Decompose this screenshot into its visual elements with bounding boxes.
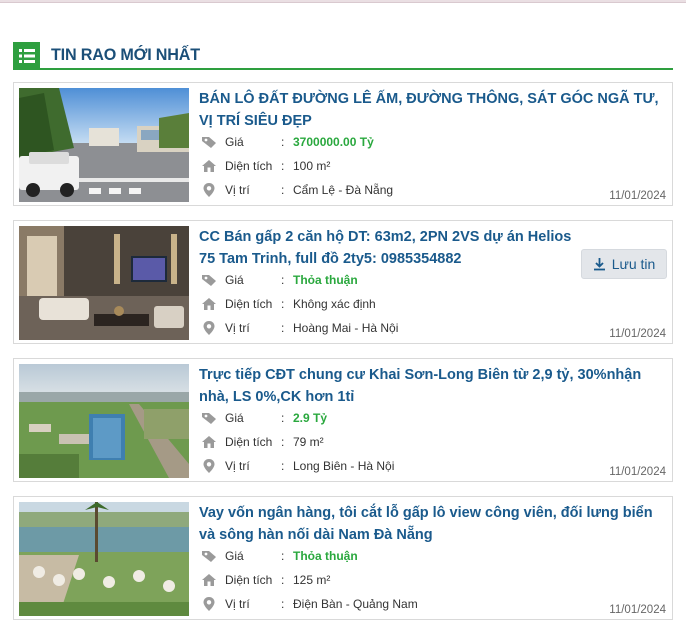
- price-label: Giá: [225, 273, 244, 287]
- listing-card[interactable]: Vay vốn ngân hàng, tôi cắt lỗ gấp lô vie…: [13, 496, 673, 620]
- listing-thumbnail[interactable]: [19, 364, 189, 478]
- price-label: Giá: [225, 411, 244, 425]
- listing-card[interactable]: BÁN LÔ ĐẤT ĐƯỜNG LÊ ẤM, ĐƯỜNG THÔNG, SÁT…: [13, 82, 673, 206]
- area-value: 125 m²: [293, 573, 331, 587]
- area-value: 79 m²: [293, 435, 324, 449]
- section-title: TIN RAO MỚI NHẤT: [51, 45, 200, 64]
- listing-date: 11/01/2024: [609, 466, 666, 478]
- location-label: Vị trí: [225, 597, 250, 611]
- price-value: 2.9 Tỷ: [293, 411, 328, 425]
- listing-thumbnail[interactable]: [19, 502, 189, 616]
- list-icon: [13, 42, 40, 69]
- listing-date: 11/01/2024: [609, 328, 666, 340]
- price-value: Thỏa thuận: [293, 549, 358, 563]
- price-row: Giá : 3700000.00 Tỷ: [200, 132, 374, 152]
- top-border: [0, 0, 686, 3]
- listing-title[interactable]: Vay vốn ngân hàng, tôi cắt lỗ gấp lô vie…: [199, 502, 667, 546]
- price-label: Giá: [225, 549, 244, 563]
- location-row: Vị trí : Cẩm Lệ - Đà Nẵng: [200, 180, 393, 200]
- area-row: Diện tích : Không xác định: [200, 294, 376, 314]
- price-value: 3700000.00 Tỷ: [293, 135, 374, 149]
- save-listing-button[interactable]: Lưu tin: [581, 249, 667, 279]
- tag-icon: [200, 410, 218, 426]
- price-label: Giá: [225, 135, 244, 149]
- section-header: TIN RAO MỚI NHẤT: [13, 42, 673, 70]
- area-row: Diện tích : 125 m²: [200, 570, 330, 590]
- listing-title[interactable]: CC Bán gấp 2 căn hộ DT: 63m2, 2PN 2VS dự…: [199, 226, 579, 270]
- map-pin-icon: [200, 182, 218, 198]
- area-row: Diện tích : 100 m²: [200, 156, 330, 176]
- tag-icon: [200, 548, 218, 564]
- listing-card[interactable]: CC Bán gấp 2 căn hộ DT: 63m2, 2PN 2VS dự…: [13, 220, 673, 344]
- tag-icon: [200, 134, 218, 150]
- area-value: Không xác định: [293, 297, 376, 311]
- separator: :: [281, 597, 285, 611]
- house-icon: [200, 434, 218, 450]
- price-row: Giá : Thỏa thuận: [200, 270, 358, 290]
- location-row: Vị trí : Điện Bàn - Quảng Nam: [200, 594, 418, 614]
- listing-thumbnail[interactable]: [19, 226, 189, 340]
- separator: :: [281, 435, 285, 449]
- separator: :: [281, 273, 285, 287]
- separator: :: [281, 459, 285, 473]
- map-pin-icon: [200, 458, 218, 474]
- separator: :: [281, 549, 285, 563]
- listing-date: 11/01/2024: [609, 604, 666, 616]
- price-row: Giá : 2.9 Tỷ: [200, 408, 327, 428]
- house-icon: [200, 296, 218, 312]
- location-value: Điện Bàn - Quảng Nam: [293, 597, 418, 611]
- separator: :: [281, 159, 285, 173]
- area-value: 100 m²: [293, 159, 331, 173]
- area-label: Diện tích: [225, 573, 273, 587]
- location-label: Vị trí: [225, 321, 250, 335]
- separator: :: [281, 135, 285, 149]
- location-row: Vị trí : Long Biên - Hà Nội: [200, 456, 394, 476]
- location-value: Long Biên - Hà Nội: [293, 459, 395, 473]
- tag-icon: [200, 272, 218, 288]
- price-value: Thỏa thuận: [293, 273, 358, 287]
- save-button-label: Lưu tin: [611, 256, 656, 272]
- listing-date: 11/01/2024: [609, 190, 666, 202]
- price-row: Giá : Thỏa thuận: [200, 546, 358, 566]
- house-icon: [200, 572, 218, 588]
- download-icon: [593, 258, 605, 271]
- separator: :: [281, 183, 285, 197]
- location-row: Vị trí : Hoàng Mai - Hà Nội: [200, 318, 398, 338]
- listing-card[interactable]: Trực tiếp CĐT chung cư Khai Sơn-Long Biê…: [13, 358, 673, 482]
- map-pin-icon: [200, 320, 218, 336]
- listing-title[interactable]: Trực tiếp CĐT chung cư Khai Sơn-Long Biê…: [199, 364, 667, 408]
- separator: :: [281, 411, 285, 425]
- location-value: Cẩm Lệ - Đà Nẵng: [293, 183, 394, 197]
- separator: :: [281, 321, 285, 335]
- area-row: Diện tích : 79 m²: [200, 432, 324, 452]
- location-value: Hoàng Mai - Hà Nội: [293, 321, 399, 335]
- area-label: Diện tích: [225, 435, 273, 449]
- house-icon: [200, 158, 218, 174]
- location-label: Vị trí: [225, 183, 250, 197]
- area-label: Diện tích: [225, 159, 273, 173]
- map-pin-icon: [200, 596, 218, 612]
- listing-title[interactable]: BÁN LÔ ĐẤT ĐƯỜNG LÊ ẤM, ĐƯỜNG THÔNG, SÁT…: [199, 88, 667, 132]
- area-label: Diện tích: [225, 297, 273, 311]
- location-label: Vị trí: [225, 459, 250, 473]
- separator: :: [281, 297, 285, 311]
- separator: :: [281, 573, 285, 587]
- listing-thumbnail[interactable]: [19, 88, 189, 202]
